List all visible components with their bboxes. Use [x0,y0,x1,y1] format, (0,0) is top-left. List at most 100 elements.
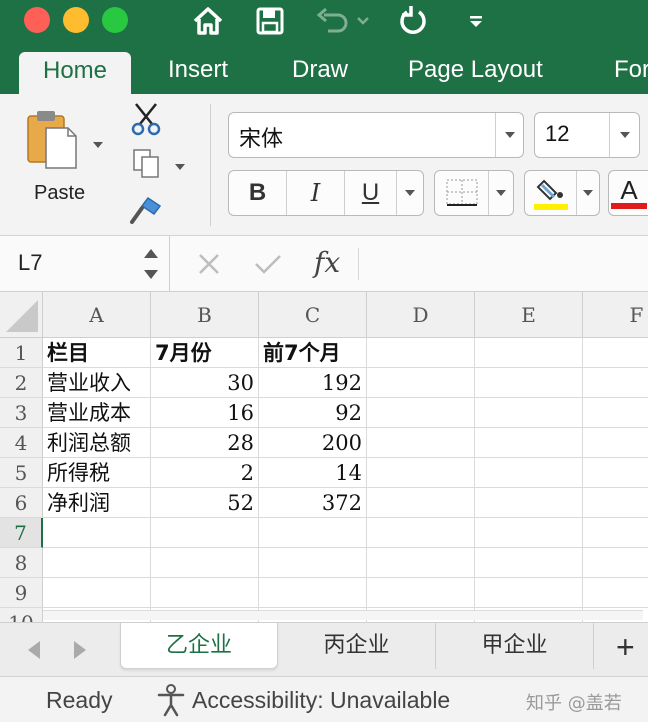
font-color-button[interactable]: A [609,171,648,215]
cell-d4[interactable] [367,428,475,458]
cut-icon[interactable] [130,102,162,141]
cell-c7[interactable] [259,518,367,548]
cell-a1[interactable]: 栏目 [43,338,151,368]
accessibility-icon[interactable] [154,683,188,722]
column-header-f[interactable]: F [583,292,648,338]
italic-button[interactable]: I [287,171,345,215]
chevron-down-icon[interactable] [495,113,523,157]
cell-f4[interactable] [583,428,648,458]
cell-c9[interactable] [259,578,367,608]
fill-color-chevron-icon[interactable] [577,171,599,215]
row-header-1[interactable]: 1 [0,338,43,368]
cell-c4[interactable]: 200 [259,428,367,458]
name-box-stepper-icon[interactable] [142,244,160,289]
row-header-5[interactable]: 5 [0,458,43,488]
cell-d7[interactable] [367,518,475,548]
tab-draw[interactable]: Draw [292,48,348,94]
cell-b1[interactable]: 7月份 [151,338,259,368]
cell-c5[interactable]: 14 [259,458,367,488]
cell-f5[interactable] [583,458,648,488]
column-header-a[interactable]: A [43,292,151,338]
save-icon[interactable] [252,2,288,40]
tab-formulas[interactable]: For [614,48,648,94]
paste-button[interactable] [24,108,84,180]
cell-b2[interactable]: 30 [151,368,259,398]
tab-insert[interactable]: Insert [168,48,228,94]
cell-d8[interactable] [367,548,475,578]
cell-b9[interactable] [151,578,259,608]
row-header-8[interactable]: 8 [0,548,43,578]
enter-icon[interactable] [252,248,284,280]
sheet-tab-1[interactable]: 乙企业 [120,623,278,669]
column-header-e[interactable]: E [475,292,583,338]
borders-options-chevron-icon[interactable] [489,171,513,215]
formula-input[interactable] [366,248,642,280]
format-painter-icon[interactable] [128,194,164,231]
cell-b5[interactable]: 2 [151,458,259,488]
previous-sheet-icon[interactable] [26,639,42,666]
tab-page-layout[interactable]: Page Layout [408,48,543,94]
fill-color-icon[interactable] [525,171,577,215]
cell-e3[interactable] [475,398,583,428]
cell-d5[interactable] [367,458,475,488]
cell-f2[interactable] [583,368,648,398]
zoom-window-button[interactable] [102,7,128,33]
cell-b7[interactable] [151,518,259,548]
insert-function-button[interactable]: fx [314,246,340,279]
undo-icon[interactable] [312,2,372,40]
cell-a6[interactable]: 净利润 [43,488,151,518]
redo-icon[interactable] [395,2,431,40]
cell-a2[interactable]: 营业收入 [43,368,151,398]
cell-d2[interactable] [367,368,475,398]
row-header-3[interactable]: 3 [0,398,43,428]
close-window-button[interactable] [24,7,50,33]
cell-c8[interactable] [259,548,367,578]
row-header-2[interactable]: 2 [0,368,43,398]
cell-b8[interactable] [151,548,259,578]
cell-b3[interactable]: 16 [151,398,259,428]
cell-e2[interactable] [475,368,583,398]
cell-f9[interactable] [583,578,648,608]
cell-d1[interactable] [367,338,475,368]
borders-icon[interactable] [435,171,489,215]
cell-e7[interactable] [475,518,583,548]
sheet-tab-3[interactable]: 甲企业 [436,623,594,669]
cell-f3[interactable] [583,398,648,428]
row-header-7[interactable]: 7 [0,518,43,548]
underline-button[interactable]: U [345,171,397,215]
column-header-c[interactable]: C [259,292,367,338]
cell-d6[interactable] [367,488,475,518]
cell-e4[interactable] [475,428,583,458]
font-name-select[interactable]: 宋体 [228,112,524,158]
underline-options-chevron-icon[interactable] [397,171,423,215]
cell-c2[interactable]: 192 [259,368,367,398]
cell-e8[interactable] [475,548,583,578]
column-header-b[interactable]: B [151,292,259,338]
cell-b6[interactable]: 52 [151,488,259,518]
accessibility-status[interactable]: Accessibility: Unavailable [192,687,450,714]
row-header-10[interactable]: 10 [0,608,43,622]
cell-f1[interactable] [583,338,648,368]
sheet-tab-2[interactable]: 丙企业 [278,623,436,669]
font-size-select[interactable]: 12 [534,112,640,158]
cell-e9[interactable] [475,578,583,608]
tab-home[interactable]: Home [19,52,132,94]
home-icon[interactable] [188,2,228,40]
add-sheet-button[interactable]: + [616,629,635,666]
row-header-6[interactable]: 6 [0,488,43,518]
horizontal-scrollbar[interactable] [43,610,643,620]
chevron-down-icon[interactable] [609,113,639,157]
column-header-d[interactable]: D [367,292,475,338]
copy-options-chevron-icon[interactable] [174,158,186,176]
cell-f7[interactable] [583,518,648,548]
bold-button[interactable]: B [229,171,287,215]
cell-f6[interactable] [583,488,648,518]
minimize-window-button[interactable] [63,7,89,33]
cell-c6[interactable]: 372 [259,488,367,518]
paste-options-chevron-icon[interactable] [92,136,104,154]
next-sheet-icon[interactable] [72,639,88,666]
cell-a5[interactable]: 所得税 [43,458,151,488]
cell-a4[interactable]: 利润总额 [43,428,151,458]
cell-c1[interactable]: 前7个月 [259,338,367,368]
row-header-4[interactable]: 4 [0,428,43,458]
